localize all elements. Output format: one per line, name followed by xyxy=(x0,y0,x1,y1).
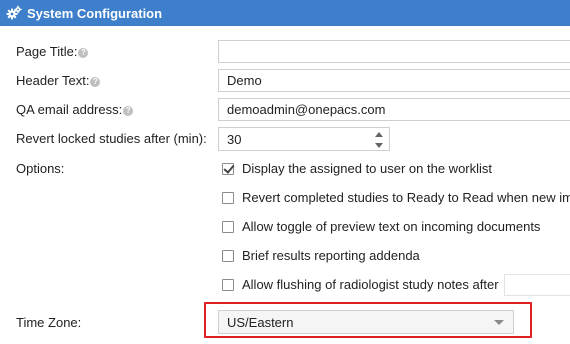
arrow-down-icon[interactable] xyxy=(375,143,383,148)
help-icon[interactable]: ? xyxy=(90,76,101,87)
window-titlebar: System Configuration xyxy=(0,0,570,26)
window-title: System Configuration xyxy=(27,5,163,21)
options-label: Options: xyxy=(16,161,65,176)
checkbox[interactable] xyxy=(222,191,234,204)
option-revert-completed[interactable]: Revert completed studies to Ready to Rea… xyxy=(222,190,570,205)
help-icon[interactable]: ? xyxy=(78,47,89,58)
qa-email-input[interactable]: demoadmin@onepacs.com xyxy=(218,98,570,121)
help-icon[interactable]: ? xyxy=(123,105,134,116)
arrow-up-icon[interactable] xyxy=(375,132,383,137)
option-display-assigned-user[interactable]: Display the assigned to user on the work… xyxy=(222,161,492,176)
checkbox[interactable] xyxy=(222,249,234,262)
page-title-input[interactable] xyxy=(218,40,570,63)
header-text-label: Header Text:? xyxy=(16,73,101,88)
flush-notes-input[interactable] xyxy=(504,274,570,296)
option-allow-preview-toggle[interactable]: Allow toggle of preview text on incoming… xyxy=(222,219,540,234)
option-brief-addenda[interactable]: Brief results reporting addenda xyxy=(222,248,420,263)
revert-locked-label: Revert locked studies after (min): xyxy=(16,131,207,146)
checkbox-checked[interactable] xyxy=(222,162,234,175)
highlight-box xyxy=(204,302,532,338)
gears-icon xyxy=(6,5,22,21)
time-zone-label: Time Zone: xyxy=(16,315,82,330)
qa-email-label: QA email address:? xyxy=(16,102,134,117)
page-title-label: Page Title:? xyxy=(16,44,89,59)
header-text-input[interactable]: Demo xyxy=(218,69,570,92)
checkbox[interactable] xyxy=(222,278,234,291)
revert-locked-stepper[interactable]: 30 xyxy=(218,127,390,151)
spinner-arrows-icon[interactable] xyxy=(375,132,383,148)
revert-locked-value: 30 xyxy=(227,131,242,147)
checkbox[interactable] xyxy=(222,220,234,233)
option-allow-flushing-notes[interactable]: Allow flushing of radiologist study note… xyxy=(222,277,499,292)
